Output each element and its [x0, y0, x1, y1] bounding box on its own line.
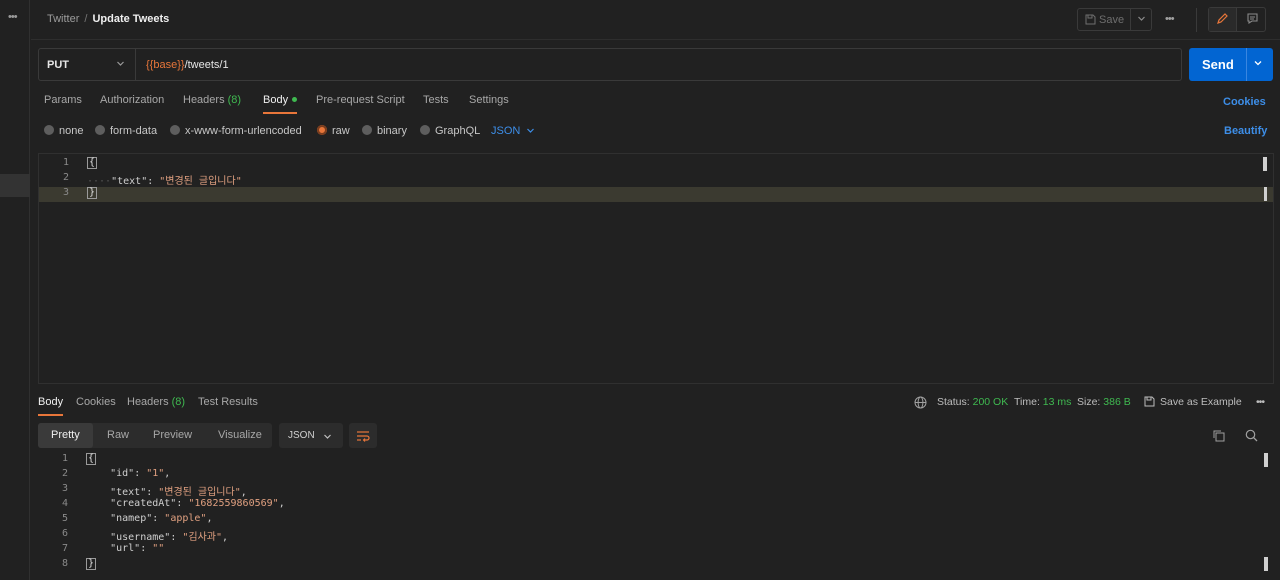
beautify-button[interactable]: Beautify	[1224, 125, 1267, 137]
left-rail: •••	[0, 0, 30, 580]
radio-binary[interactable]: binary	[362, 125, 407, 137]
chevron-down-icon	[324, 434, 331, 439]
code-line: 2 "id": "1",	[61, 468, 171, 479]
save-icon	[1144, 396, 1155, 407]
method-select[interactable]: PUT	[39, 49, 136, 80]
copy-icon[interactable]	[1212, 429, 1225, 442]
search-icon[interactable]	[1245, 429, 1258, 442]
save-button[interactable]: Save	[1077, 8, 1131, 31]
code-line: 8 }	[61, 558, 97, 570]
editor-scrollbar[interactable]	[1263, 157, 1267, 171]
response-time[interactable]: Time: 13 ms	[1014, 396, 1071, 408]
chevron-down-icon	[1137, 16, 1145, 21]
response-status[interactable]: Status: 200 OK	[937, 396, 1008, 408]
breadcrumb-request[interactable]: Update Tweets	[92, 13, 169, 25]
more-options-icon[interactable]: •••	[1165, 13, 1175, 25]
code-line: 6 "username": "김사과",	[61, 528, 229, 543]
format-pretty[interactable]: Pretty	[38, 423, 93, 448]
wrap-lines-button[interactable]	[349, 423, 377, 448]
url-path: /tweets/1	[184, 59, 229, 71]
radio-raw[interactable]: raw	[317, 125, 350, 137]
url-input[interactable]: {{base}}/tweets/1	[146, 59, 229, 71]
time-value: 13 ms	[1042, 396, 1072, 408]
response-body-viewer[interactable]: 1 { 2 "id": "1", 3 "text": "변경된 글입니다", 4…	[38, 453, 1274, 580]
save-options-button[interactable]	[1131, 8, 1152, 31]
response-format-tabs: Pretty Raw Preview Visualize	[38, 423, 272, 448]
request-body-editor[interactable]: 1 { 2 ····"text": "변경된 글입니다" 3 }	[38, 153, 1274, 384]
headers-count: (8)	[227, 94, 242, 106]
code-line: 3 "text": "변경된 글입니다",	[61, 483, 247, 498]
breadcrumb: Twitter / Update Tweets	[47, 13, 169, 25]
code-line: 4 "createdAt": "1682559860569",	[61, 498, 285, 509]
breadcrumb-separator: /	[84, 13, 88, 25]
code-line-active: 3 }	[39, 187, 1273, 202]
tab-body[interactable]: Body	[263, 94, 298, 114]
response-scrollbar-top[interactable]	[1264, 453, 1268, 467]
radio-graphql[interactable]: GraphQL	[420, 125, 480, 137]
request-url-bar: PUT {{base}}/tweets/1	[38, 48, 1182, 81]
save-icon	[1085, 14, 1096, 25]
code-line: 1 {	[62, 157, 98, 169]
globe-icon[interactable]	[914, 396, 927, 409]
url-variable: {{base}}	[146, 59, 185, 71]
code-line: 5 "namep": "apple",	[61, 513, 213, 524]
status-value: 200 OK	[972, 396, 1009, 408]
wrap-icon	[357, 431, 370, 442]
breadcrumb-collection[interactable]: Twitter	[47, 13, 79, 25]
send-button[interactable]: Send	[1189, 48, 1273, 81]
top-bar: Twitter / Update Tweets Save •••	[31, 0, 1280, 40]
body-modified-indicator	[292, 97, 298, 102]
chevron-down-icon	[527, 128, 535, 133]
toolbar-divider	[1196, 8, 1197, 32]
response-tab-body[interactable]: Body	[38, 396, 64, 416]
size-value: 386 B	[1103, 396, 1131, 408]
radio-none[interactable]: none	[44, 125, 83, 137]
tab-authorization[interactable]: Authorization	[100, 94, 164, 106]
tab-pre-request-script[interactable]: Pre-request Script	[316, 94, 405, 106]
code-line: 1 {	[61, 453, 97, 465]
pencil-icon	[1217, 13, 1228, 24]
radio-form-data[interactable]: form-data	[95, 125, 157, 137]
format-preview[interactable]: Preview	[153, 429, 192, 441]
save-label: Save	[1099, 14, 1125, 26]
response-tab-headers[interactable]: Headers (8)	[127, 396, 185, 408]
response-scrollbar-bottom[interactable]	[1264, 557, 1268, 571]
response-headers-count: (8)	[171, 396, 186, 408]
editor-cursor-marker	[1264, 187, 1267, 201]
chevron-down-icon[interactable]	[1253, 58, 1263, 68]
rail-menu-icon[interactable]: •••	[8, 11, 18, 23]
tab-settings[interactable]: Settings	[469, 94, 509, 106]
view-mode-toggle	[1208, 7, 1266, 32]
format-visualize[interactable]: Visualize	[218, 429, 262, 441]
chevron-down-icon	[117, 61, 124, 66]
response-language-select[interactable]: JSON	[279, 423, 343, 448]
format-raw[interactable]: Raw	[107, 429, 129, 441]
body-format-select[interactable]: JSON	[491, 125, 535, 137]
edit-mode-button[interactable]	[1209, 8, 1237, 31]
main-panel: Twitter / Update Tweets Save ••• PUT {{bas…	[31, 0, 1280, 580]
response-tab-cookies[interactable]: Cookies	[76, 396, 116, 408]
response-size[interactable]: Size: 386 B	[1077, 396, 1131, 408]
rail-selected-item[interactable]	[0, 174, 30, 197]
response-more-icon[interactable]: •••	[1256, 396, 1265, 408]
comments-button[interactable]	[1238, 8, 1266, 31]
comment-icon	[1246, 13, 1258, 25]
response-tab-test-results[interactable]: Test Results	[198, 396, 258, 408]
send-label: Send	[1202, 57, 1234, 72]
method-label: PUT	[47, 59, 69, 71]
code-line: 7 "url": ""	[61, 543, 165, 554]
code-line: 2 ····"text": "변경된 글입니다"	[62, 172, 242, 187]
tab-headers[interactable]: Headers (8)	[183, 94, 241, 106]
tab-tests[interactable]: Tests	[423, 94, 449, 106]
tab-params[interactable]: Params	[44, 94, 82, 106]
radio-x-www-form-urlencoded[interactable]: x-www-form-urlencoded	[170, 125, 302, 137]
save-as-example-button[interactable]: Save as Example	[1144, 396, 1242, 408]
cookies-link[interactable]: Cookies	[1223, 96, 1266, 108]
